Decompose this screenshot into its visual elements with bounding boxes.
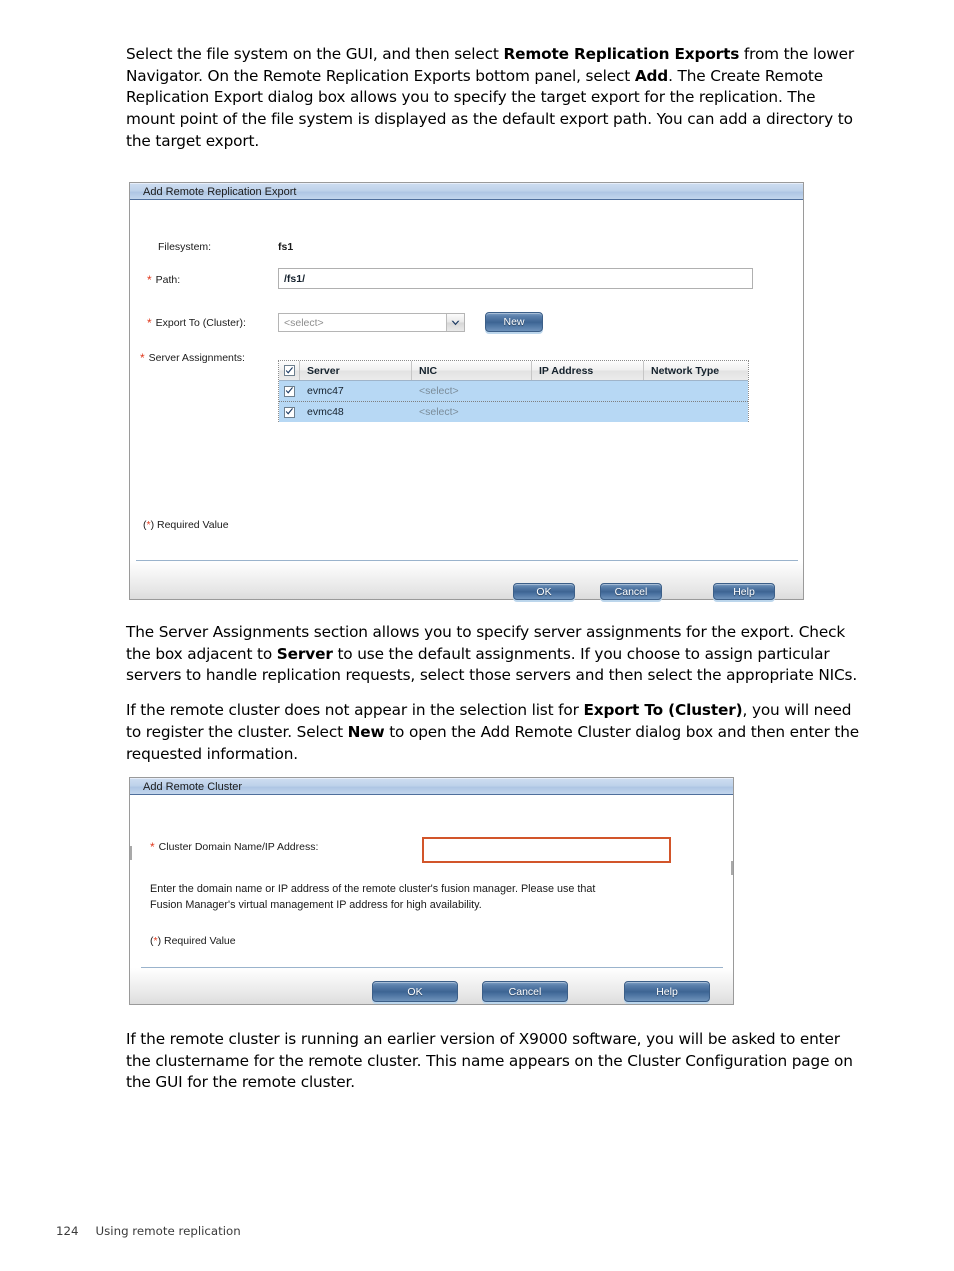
cell-network-type <box>644 402 748 422</box>
filesystem-label: Filesystem: <box>158 241 212 253</box>
cell-ip-address <box>532 381 644 401</box>
page-content: Select the file system on the GUI, and t… <box>126 44 868 166</box>
cluster-domain-label: Cluster Domain Name/IP Address: <box>158 841 319 853</box>
p3-bold-export-to-cluster: Export To (Cluster) <box>583 701 743 720</box>
dialog-title: Add Remote Cluster <box>143 780 243 793</box>
filesystem-row: Filesystem: <box>158 241 211 253</box>
cell-network-type <box>644 381 748 401</box>
p1-bold-remote-replication-exports: Remote Replication Exports <box>503 45 740 63</box>
export-to-cluster-value: <select> <box>284 316 324 329</box>
server-assignments-label-row: * Server Assignments: <box>140 352 245 364</box>
paragraph-4: If the remote cluster is running an earl… <box>126 1030 853 1092</box>
column-header-network-type[interactable]: Network Type <box>644 361 748 380</box>
help-button[interactable]: Help <box>624 981 710 1002</box>
p1-text-a: Select the file system on the GUI, and t… <box>126 45 504 63</box>
helper-line-1: Enter the domain name or IP address of t… <box>150 883 596 895</box>
dialog-titlebar: Add Remote Replication Export <box>130 183 803 200</box>
row-checkbox-cell[interactable] <box>279 381 300 401</box>
resize-handle-right-icon[interactable] <box>731 861 733 875</box>
cell-ip-address <box>532 402 644 422</box>
select-all-header-cell[interactable] <box>279 361 300 380</box>
column-header-server[interactable]: Server <box>300 361 412 380</box>
helper-line-2: Fusion Manager's virtual management IP a… <box>150 898 482 911</box>
page-footer: 124 Using remote replication <box>56 1224 241 1238</box>
page-content-bottom: If the remote cluster is running an earl… <box>126 1029 868 1107</box>
help-button-label: Help <box>656 985 678 998</box>
row-checkbox-cell[interactable] <box>279 402 300 422</box>
page-footer-title: Using remote replication <box>95 1224 241 1238</box>
chevron-down-icon[interactable] <box>446 314 464 331</box>
export-to-cluster-select[interactable]: <select> <box>278 313 465 332</box>
required-star-icon: * <box>147 316 152 330</box>
row-checkbox[interactable] <box>284 385 295 397</box>
table-row[interactable]: evmc47 <select> <box>279 381 748 402</box>
select-all-checkbox[interactable] <box>283 365 295 376</box>
cluster-helper-text: Enter the domain name or IP address of t… <box>150 882 710 913</box>
p2-bold-server: Server <box>276 644 333 663</box>
export-to-cluster-label: Export To (Cluster): <box>155 317 246 329</box>
cancel-button-label: Cancel <box>614 585 648 598</box>
table-row[interactable]: evmc48 <select> <box>279 402 748 422</box>
required-star-icon: * <box>140 351 145 365</box>
cancel-button[interactable]: Cancel <box>600 583 662 600</box>
cell-nic[interactable]: <select> <box>412 381 532 401</box>
path-label-row: * Path: <box>147 274 180 286</box>
dialog-body: Filesystem: fs1 * Path: /fs1/ * Export T… <box>130 200 803 600</box>
required-star-icon: * <box>147 273 152 287</box>
ok-button-label: OK <box>536 585 552 598</box>
server-assignments-table[interactable]: Server NIC IP Address Network Type evmc4… <box>278 360 749 422</box>
ok-button[interactable]: OK <box>372 981 458 1002</box>
resize-handle-left-icon[interactable] <box>130 846 132 860</box>
cell-server: evmc47 <box>307 385 344 397</box>
new-button-label: New <box>503 316 525 328</box>
path-input[interactable]: /fs1/ <box>278 268 753 289</box>
ok-button-label: OK <box>407 985 423 998</box>
paragraph-3: If the remote cluster does not appear in… <box>126 700 868 765</box>
dialog-titlebar: Add Remote Cluster <box>130 778 733 795</box>
add-remote-cluster-dialog[interactable]: Add Remote Cluster * Cluster Domain Name… <box>129 777 734 1005</box>
paragraph-1: Select the file system on the GUI, and t… <box>126 44 868 153</box>
cancel-button-label: Cancel <box>508 985 542 998</box>
page-number: 124 <box>56 1224 79 1238</box>
path-label: Path: <box>155 274 181 286</box>
help-button[interactable]: Help <box>713 583 775 600</box>
required-note-text: ) Required Value <box>157 935 236 947</box>
paragraph-2: The Server Assignments section allows yo… <box>126 622 868 687</box>
cluster-domain-label-row: * Cluster Domain Name/IP Address: <box>150 841 318 853</box>
ok-button[interactable]: OK <box>513 583 575 600</box>
help-button-label: Help <box>733 585 755 598</box>
cancel-button[interactable]: Cancel <box>482 981 568 1002</box>
row-checkbox[interactable] <box>284 406 295 418</box>
column-header-nic[interactable]: NIC <box>412 361 532 380</box>
table-header-row: Server NIC IP Address Network Type <box>279 361 748 381</box>
page-content-middle: The Server Assignments section allows yo… <box>126 622 868 778</box>
required-value-note: (*) Required Value <box>143 519 229 531</box>
export-to-label-row: * Export To (Cluster): <box>147 317 246 329</box>
cluster-domain-input[interactable] <box>422 837 671 863</box>
dialog-body: * Cluster Domain Name/IP Address: Enter … <box>130 795 733 1004</box>
dialog-title: Add Remote Replication Export <box>143 185 297 198</box>
cell-nic[interactable]: <select> <box>412 402 532 422</box>
cell-server: evmc48 <box>307 406 344 418</box>
filesystem-value: fs1 <box>278 241 294 253</box>
p3-bold-new: New <box>347 722 385 741</box>
add-remote-replication-export-dialog[interactable]: Add Remote Replication Export Filesystem… <box>129 182 804 600</box>
server-assignments-label: Server Assignments: <box>148 352 245 364</box>
required-star-icon: * <box>150 840 155 854</box>
filesystem-value-row: fs1 <box>278 241 293 253</box>
p1-bold-add: Add <box>634 66 669 85</box>
p3-text-a: If the remote cluster does not appear in… <box>126 701 584 720</box>
path-input-value: /fs1/ <box>284 272 306 285</box>
required-value-note: (*) Required Value <box>150 935 236 947</box>
required-note-text: ) Required Value <box>150 519 229 531</box>
dialog-footer <box>130 561 803 599</box>
column-header-ip-address[interactable]: IP Address <box>532 361 644 380</box>
new-cluster-button[interactable]: New <box>485 312 543 332</box>
